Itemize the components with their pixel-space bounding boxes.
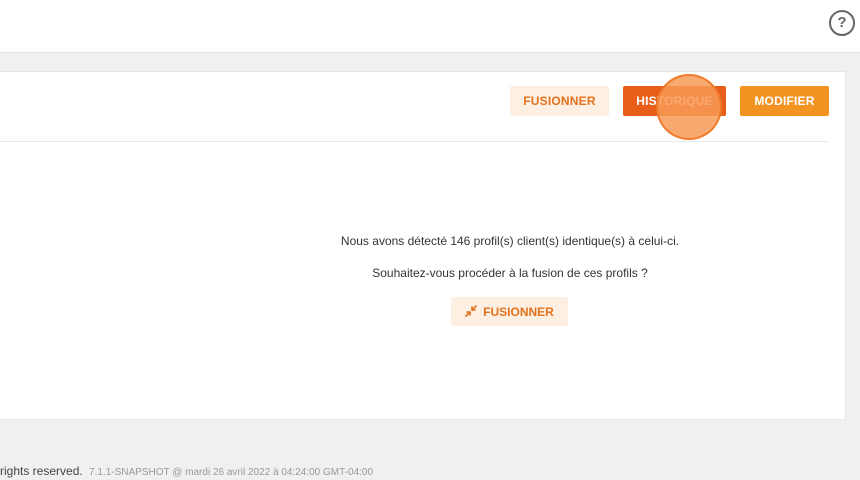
footer: rights reserved. 7.1.1-SNAPSHOT @ mardi … [0,464,373,478]
merge-arrows-icon [465,304,477,319]
footer-rights: rights reserved. [0,464,83,478]
history-button[interactable]: HISTORIQUE [623,86,726,116]
merge-button[interactable]: FUSIONNER [510,86,609,116]
merge-profiles-button[interactable]: FUSIONNER [451,297,568,326]
footer-version: 7.1.1-SNAPSHOT @ mardi 26 avril 2022 à 0… [89,467,374,478]
edit-button[interactable]: MODIFIER [740,86,829,116]
merge-profiles-button-label: FUSIONNER [483,304,554,319]
merge-question-message: Souhaitez-vous procéder à la fusion de c… [372,266,648,280]
card-header: FUSIONNER HISTORIQUE MODIFIER [0,72,829,142]
duplicate-detected-message: Nous avons détecté 146 profil(s) client(… [340,234,680,248]
top-bar: ? [0,0,860,53]
help-icon[interactable]: ? [829,10,855,36]
